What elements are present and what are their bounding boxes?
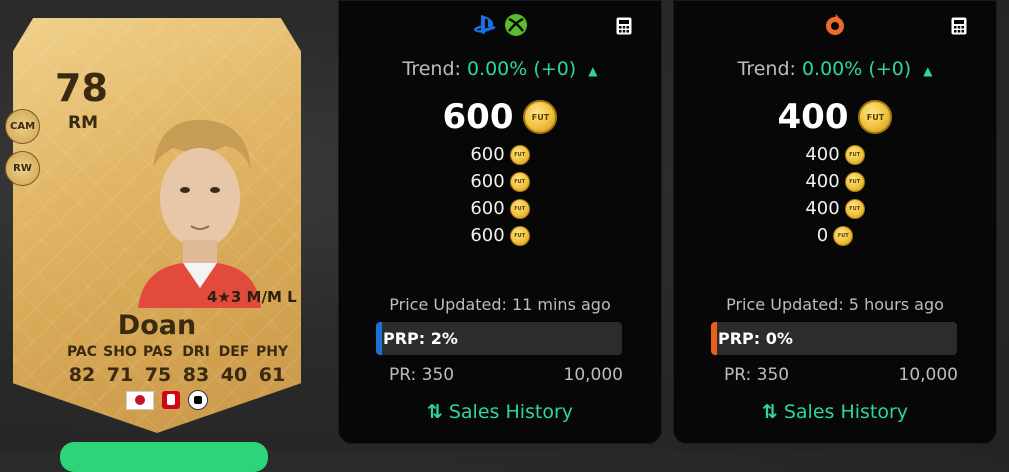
sort-arrows-icon: ⇅ <box>761 401 778 423</box>
stat-value: 61 <box>258 364 286 386</box>
list-item: 600 FUT <box>339 222 661 249</box>
listed-price: 600 <box>470 171 505 192</box>
coin-icon: FUT <box>844 198 865 219</box>
coin-icon: FUT <box>523 100 558 134</box>
stat-value: 75 <box>144 364 172 386</box>
list-item: 400 FUT <box>674 141 996 168</box>
price-updated-text: Price Updated: 11 mins ago <box>389 295 611 314</box>
player-position: RM <box>68 113 99 133</box>
price-value: 600 <box>442 97 514 137</box>
sales-history-label: Sales History <box>783 401 909 423</box>
stat-value: 82 <box>68 364 96 386</box>
main-price: 600 FUT <box>339 97 661 137</box>
coin-icon: FUT <box>844 171 865 192</box>
platform-icons <box>339 13 661 37</box>
stat-value: 83 <box>182 364 210 386</box>
listed-price: 600 <box>470 144 505 165</box>
stat-labels: PAC SHO PAS DRI DEF PHY <box>63 344 291 360</box>
list-item: 400 FUT <box>674 195 996 222</box>
japan-flag-icon <box>126 390 154 410</box>
listed-price: 400 <box>805 171 840 192</box>
price-range: PR: 350 10,000 <box>389 365 623 385</box>
alt-position-badge: CAM <box>5 109 40 144</box>
prp-label: PRP: 0% <box>718 329 793 348</box>
stat-label: PAS <box>143 344 173 360</box>
list-item: 600 FUT <box>339 168 661 195</box>
price-value: 400 <box>777 97 849 137</box>
trend-up-icon: ▲ <box>588 64 598 78</box>
price-list: 400 FUT 400 FUT 400 FUT 0 FUT <box>674 141 996 249</box>
platform-icons <box>674 13 996 37</box>
prp-progress-bar: PRP: 0% <box>711 322 957 355</box>
price-range-min: PR: 350 <box>724 365 790 385</box>
stat-label: DRI <box>182 344 210 360</box>
xbox-icon <box>505 14 527 36</box>
trend-value: 0.00% (+0) <box>466 58 577 80</box>
price-updated-text: Price Updated: 5 hours ago <box>726 295 944 314</box>
price-range-max: 10,000 <box>898 365 958 385</box>
prp-progress-bar: PRP: 2% <box>376 322 622 355</box>
listed-price: 400 <box>805 144 840 165</box>
skill-weak-foot-workrates: 4★3 M/M L <box>207 288 297 306</box>
trend-value: 0.00% (+0) <box>801 58 912 80</box>
price-range-min: PR: 350 <box>389 365 455 385</box>
coin-icon: FUT <box>833 225 854 246</box>
stat-label: PHY <box>255 344 289 360</box>
prp-fill <box>711 322 717 355</box>
player-name: Doan <box>117 310 197 341</box>
stat-label: PAC <box>66 344 98 360</box>
calculator-icon[interactable] <box>616 17 632 35</box>
list-item: 400 FUT <box>674 168 996 195</box>
price-range-max: 10,000 <box>563 365 623 385</box>
sales-history-link[interactable]: ⇅ Sales History <box>339 401 661 423</box>
coin-icon: FUT <box>509 144 530 165</box>
trend-up-icon: ▲ <box>923 64 933 78</box>
coin-icon: FUT <box>509 198 530 219</box>
price-panel-console: Trend: 0.00% (+0) ▲ 600 FUT 600 FUT 600 … <box>338 0 662 444</box>
trend-line: Trend: 0.00% (+0) ▲ <box>674 58 996 80</box>
origin-icon <box>826 14 844 35</box>
sort-arrows-icon: ⇅ <box>426 401 443 423</box>
calculator-icon[interactable] <box>951 17 967 35</box>
sales-history-link[interactable]: ⇅ Sales History <box>674 401 996 423</box>
player-portrait <box>138 119 261 308</box>
coin-icon: FUT <box>844 144 865 165</box>
player-card[interactable]: 78 RM 4★3 M/M L Doan PAC SHO PAS DRI DEF… <box>13 18 301 433</box>
listed-price: 400 <box>805 198 840 219</box>
stat-value: 40 <box>220 364 248 386</box>
price-list: 600 FUT 600 FUT 600 FUT 600 FUT <box>339 141 661 249</box>
list-item: 600 FUT <box>339 141 661 168</box>
alt-position-badge: RW <box>5 151 40 186</box>
stat-values: 82 71 75 83 40 61 <box>63 364 291 386</box>
player-rating: 78 <box>55 66 108 110</box>
price-range: PR: 350 10,000 <box>724 365 958 385</box>
price-panel-pc: Trend: 0.00% (+0) ▲ 400 FUT 400 FUT 400 … <box>673 0 997 444</box>
listed-price: 600 <box>470 198 505 219</box>
listed-price: 0 <box>816 225 829 246</box>
stat-label: DEF <box>218 344 250 360</box>
card-badges <box>126 390 208 410</box>
freiburg-crest-icon <box>188 390 208 410</box>
coin-icon: FUT <box>858 100 893 134</box>
list-item: 0 FUT <box>674 222 996 249</box>
sales-history-label: Sales History <box>448 401 574 423</box>
stat-value: 71 <box>106 364 134 386</box>
action-button[interactable] <box>60 442 268 472</box>
playstation-icon <box>473 15 496 34</box>
coin-icon: FUT <box>509 171 530 192</box>
prp-fill <box>376 322 382 355</box>
trend-line: Trend: 0.00% (+0) ▲ <box>339 58 661 80</box>
stat-label: SHO <box>103 344 137 360</box>
trend-label: Trend: <box>737 58 796 80</box>
listed-price: 600 <box>470 225 505 246</box>
trend-label: Trend: <box>402 58 461 80</box>
coin-icon: FUT <box>509 225 530 246</box>
bundesliga-logo-icon <box>162 391 180 409</box>
main-price: 400 FUT <box>674 97 996 137</box>
list-item: 600 FUT <box>339 195 661 222</box>
prp-label: PRP: 2% <box>383 329 458 348</box>
